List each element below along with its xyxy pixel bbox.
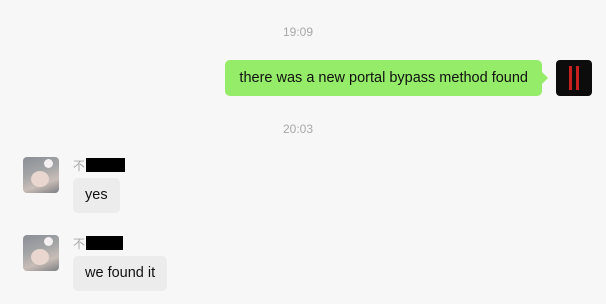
incoming-message-bubble[interactable]: yes xyxy=(73,178,120,213)
sender-name-prefix: 不 xyxy=(73,236,86,251)
flower-icon xyxy=(44,159,53,168)
sender-name-prefix: 不 xyxy=(73,158,86,173)
baby-photo-icon xyxy=(31,249,49,265)
outgoing-message-bubble[interactable]: there was a new portal bypass method fou… xyxy=(225,60,548,96)
redaction-box xyxy=(86,158,126,172)
logo-stripe-icon xyxy=(576,66,579,90)
sender-name[interactable]: 不 xyxy=(73,235,124,251)
flower-icon xyxy=(44,237,53,246)
outgoing-message-row: there was a new portal bypass method fou… xyxy=(225,60,592,96)
contact-avatar[interactable] xyxy=(23,157,59,193)
self-avatar[interactable] xyxy=(556,60,592,96)
incoming-message-bubble[interactable]: we found it xyxy=(73,256,168,291)
chat-window: 19:09 there was a new portal bypass meth… xyxy=(0,0,606,304)
timestamp: 20:03 xyxy=(282,122,314,136)
logo-stripe-icon xyxy=(569,66,572,90)
baby-photo-icon xyxy=(31,171,49,187)
contact-avatar[interactable] xyxy=(23,235,59,271)
sender-name[interactable]: 不 xyxy=(73,157,126,173)
timestamp: 19:09 xyxy=(282,25,314,39)
redaction-box xyxy=(86,236,124,250)
